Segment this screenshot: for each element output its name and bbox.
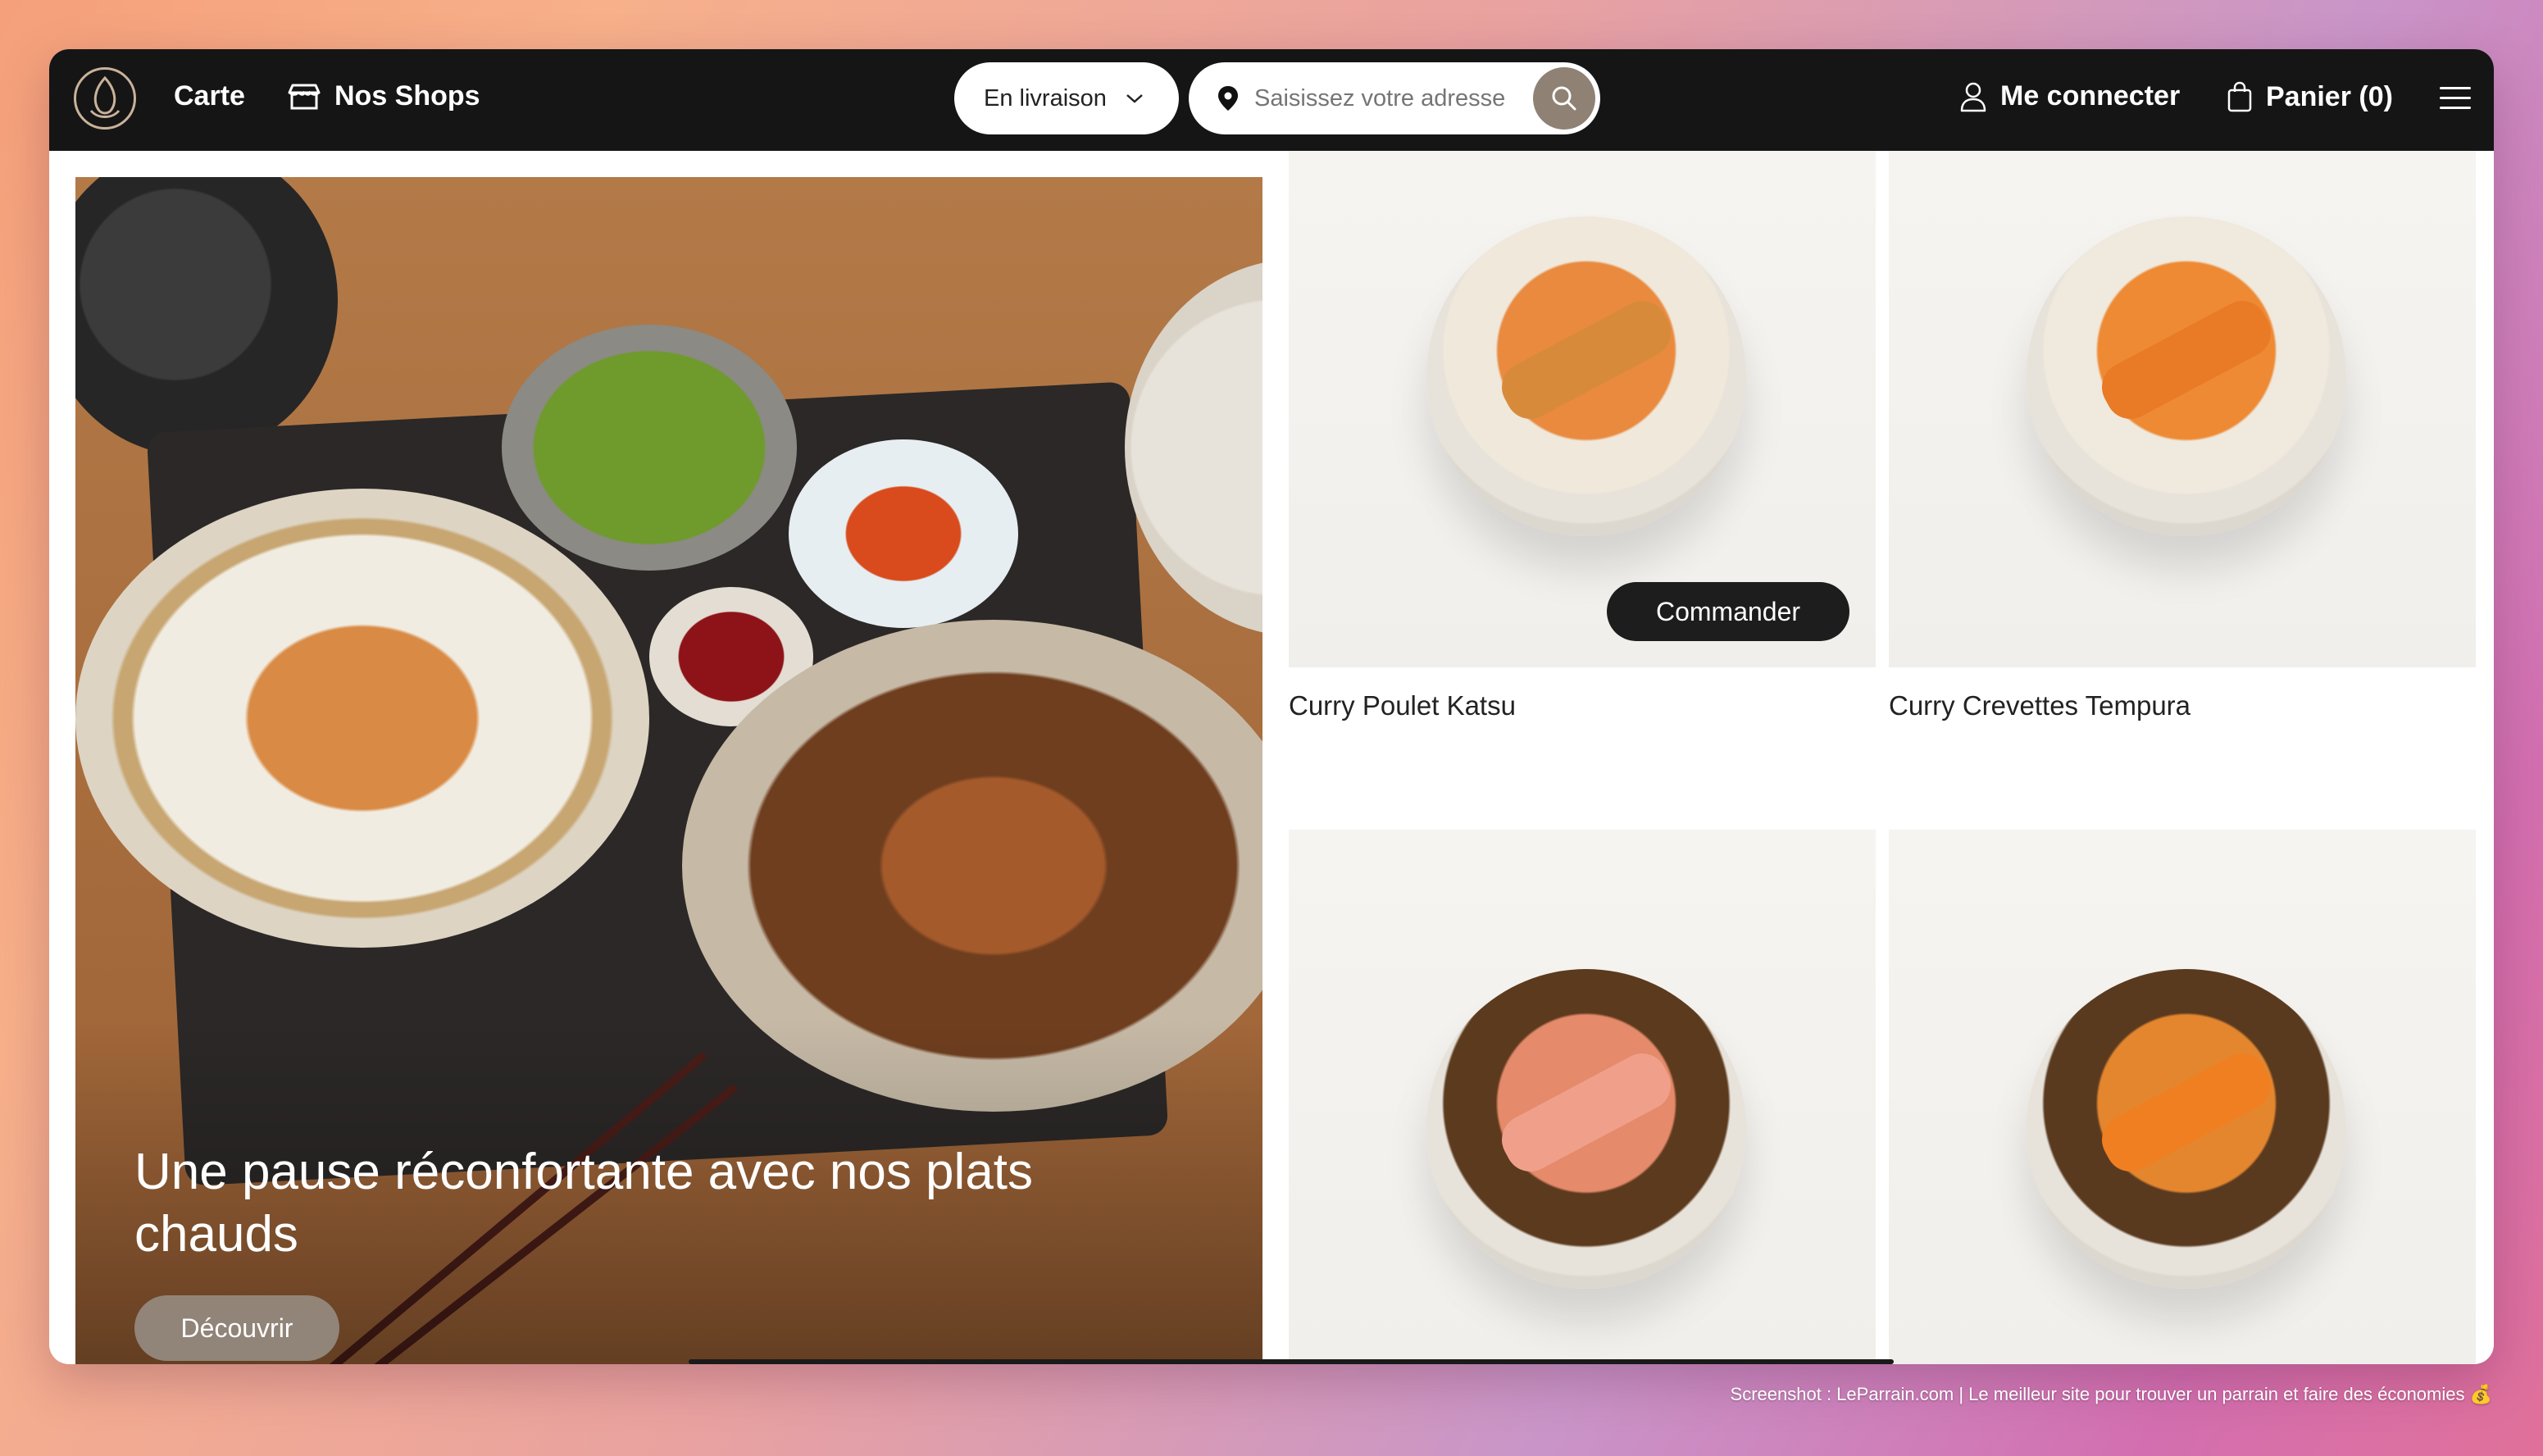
menu-link-label: Carte xyxy=(174,80,245,111)
cart-link[interactable]: Panier (0) xyxy=(2227,80,2393,113)
shrimp-topping xyxy=(2093,1044,2280,1181)
cart-link-label: Panier (0) xyxy=(2266,80,2393,112)
katsu-topping xyxy=(1493,292,1680,428)
product-name[interactable]: Curry Crevettes Tempura xyxy=(1889,690,2476,721)
hero-photo-rice-bowl xyxy=(1125,259,1262,636)
product-card[interactable] xyxy=(1289,830,1876,1364)
search-icon xyxy=(1552,86,1576,111)
store-icon xyxy=(288,84,321,109)
address-input[interactable] xyxy=(1254,84,1517,112)
chevron-down-icon xyxy=(1126,94,1143,103)
location-pin-icon xyxy=(1218,86,1238,111)
hero-banner[interactable]: Une pause réconfortante avec nos plats c… xyxy=(75,177,1262,1364)
search-button[interactable] xyxy=(1533,67,1595,130)
product-image[interactable]: Commander xyxy=(1289,151,1876,667)
brand-logo[interactable] xyxy=(74,67,136,130)
menu-link[interactable]: Carte xyxy=(174,80,245,112)
salmon-topping xyxy=(1493,1044,1680,1181)
horizontal-scrollbar[interactable] xyxy=(689,1359,1894,1364)
hero-title: Une pause réconfortante avec nos plats c… xyxy=(134,1144,1034,1263)
product-card[interactable]: Curry Crevettes Tempura xyxy=(1889,151,2476,721)
product-image[interactable] xyxy=(1889,151,2476,667)
salmon-noodle-bowl xyxy=(1426,969,1746,1289)
hero-photo-edamame-bowl xyxy=(502,325,797,571)
login-link[interactable]: Me connecter xyxy=(1959,80,2180,112)
shrimp-topping xyxy=(2093,292,2280,428)
watermark-text: Screenshot : LeParrain.com | Le meilleur… xyxy=(1730,1384,2492,1404)
shrimp-noodle-bowl xyxy=(2027,969,2346,1289)
product-image[interactable] xyxy=(1889,830,2476,1364)
shops-link-label: Nos Shops xyxy=(334,80,480,111)
hero-photo-sauce-dish xyxy=(789,439,1018,628)
hero-photo-curry-bowl xyxy=(75,489,649,948)
shops-link[interactable]: Nos Shops xyxy=(287,80,480,112)
shopping-bag-icon xyxy=(2227,81,2252,112)
delivery-mode-value: En livraison xyxy=(984,84,1107,111)
top-navigation: Carte Nos Shops En livraison Saisissez v… xyxy=(49,49,2494,151)
order-button[interactable]: Commander xyxy=(1607,582,1849,641)
login-link-label: Me connecter xyxy=(2000,80,2181,111)
user-icon xyxy=(1960,82,1986,111)
product-name[interactable]: Curry Poulet Katsu xyxy=(1289,690,1876,721)
hamburger-menu-icon[interactable] xyxy=(2440,87,2471,111)
hero-photo-stacked-bowls xyxy=(75,177,338,456)
product-image[interactable] xyxy=(1289,830,1876,1364)
brand-logo-icon xyxy=(89,75,121,118)
discover-button[interactable]: Découvrir xyxy=(134,1295,339,1361)
address-search-bar[interactable] xyxy=(1189,62,1600,134)
product-card[interactable]: Commander Curry Poulet Katsu xyxy=(1289,151,1876,721)
delivery-mode-select[interactable]: En livraison xyxy=(954,62,1179,134)
curry-chicken-katsu-bowl xyxy=(1426,216,1746,536)
product-card[interactable] xyxy=(1889,830,2476,1364)
curry-shrimp-tempura-bowl xyxy=(2027,216,2346,536)
browser-window: Carte Nos Shops En livraison Saisissez v… xyxy=(49,49,2494,1364)
